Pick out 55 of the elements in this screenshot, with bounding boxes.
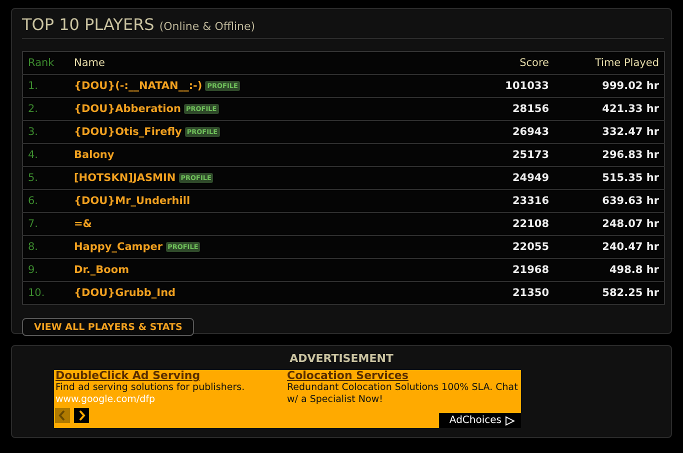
score-cell: 22055 xyxy=(434,236,554,258)
time-cell: 639.63 hr xyxy=(554,190,664,212)
player-name: {DOU}(-:__NATAN__:-) xyxy=(74,80,202,92)
player-name: [HOTSKN]JASMIN xyxy=(74,172,176,184)
time-cell: 296.83 hr xyxy=(554,144,664,166)
player-name: Balony xyxy=(74,149,114,161)
score-cell: 25173 xyxy=(434,144,554,166)
time-cell: 582.25 hr xyxy=(554,282,664,304)
rank-cell: 5. xyxy=(22,166,69,190)
rank-cell: 2. xyxy=(22,98,69,120)
rank-cell: 7. xyxy=(22,212,69,236)
ad-title[interactable]: Colocation Services xyxy=(287,370,518,382)
advertisement-heading: ADVERTISEMENT xyxy=(290,352,394,365)
time-cell: 999.02 hr xyxy=(554,74,664,98)
player-name: {DOU}Abberation xyxy=(74,103,181,115)
adchoices-link[interactable]: AdChoices xyxy=(439,413,520,428)
column-header: Rank xyxy=(22,52,69,74)
score-cell: 21968 xyxy=(434,258,554,282)
time-cell: 240.47 hr xyxy=(554,236,664,258)
column-header: Time Played xyxy=(554,52,664,74)
rank-cell: 6. xyxy=(22,190,69,212)
ad-text: Redundant Colocation Solutions 100% SLA. Chat w/ a Specialist Now! xyxy=(287,382,518,406)
rank-cell: 3. xyxy=(22,120,69,144)
view-all-button[interactable]: VIEW ALL PLAYERS & STATS xyxy=(22,318,194,336)
time-cell: 248.07 hr xyxy=(554,212,664,236)
score-cell: 21350 xyxy=(434,282,554,304)
time-cell: 515.35 hr xyxy=(554,166,664,190)
player-name: {DOU}Mr_Underhill xyxy=(74,195,190,207)
time-cell: 332.47 hr xyxy=(554,120,664,144)
score-cell: 22108 xyxy=(434,212,554,236)
ad-text: Find ad serving solutions for publishers. xyxy=(56,382,246,394)
ad-title[interactable]: DoubleClick Ad Serving xyxy=(56,370,287,382)
score-cell: 28156 xyxy=(434,98,554,120)
player-name: Dr._Boom xyxy=(74,264,130,276)
rank-cell: 9. xyxy=(22,258,69,282)
player-name: {DOU}Otis_Firefly xyxy=(74,126,182,138)
player-name: Happy_Camper xyxy=(74,241,163,253)
play-icon xyxy=(504,416,514,426)
column-header: Score xyxy=(434,52,554,74)
score-cell: 24949 xyxy=(434,166,554,190)
player-name: =& xyxy=(74,218,92,230)
rank-cell: 4. xyxy=(22,144,69,166)
rank-cell: 10. xyxy=(22,282,69,304)
rank-cell: 8. xyxy=(22,236,69,258)
rank-cell: 1. xyxy=(22,74,69,98)
panel-title: TOP 10 PLAYERS xyxy=(22,15,154,34)
time-cell: 498.8 hr xyxy=(554,258,664,282)
player-name: {DOU}Grubb_Ind xyxy=(74,287,176,299)
score-cell: 26943 xyxy=(434,120,554,144)
column-header: Name xyxy=(69,52,434,74)
score-cell: 101033 xyxy=(434,74,554,98)
score-cell: 23316 xyxy=(434,190,554,212)
next-icon[interactable] xyxy=(74,408,88,423)
panel-subtitle: (Online & Offline) xyxy=(159,20,256,33)
time-cell: 421.33 hr xyxy=(554,98,664,120)
